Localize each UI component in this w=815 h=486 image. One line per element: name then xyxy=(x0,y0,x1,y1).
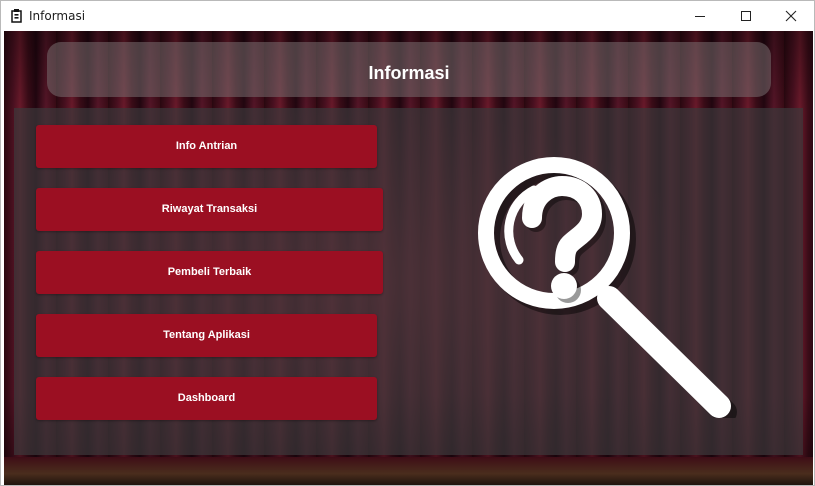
title-bar[interactable]: Informasi xyxy=(1,1,814,31)
curtain-background: Informasi Info Antrian Riwayat Transaksi… xyxy=(4,31,813,485)
riwayat-transaksi-button[interactable]: Riwayat Transaksi xyxy=(36,188,383,231)
dashboard-button[interactable]: Dashboard xyxy=(36,377,377,420)
minimize-icon xyxy=(695,16,705,17)
app-icon xyxy=(10,8,24,24)
stage-floor xyxy=(4,457,813,485)
close-button[interactable] xyxy=(768,1,814,31)
close-icon xyxy=(785,10,797,22)
window-title: Informasi xyxy=(29,9,86,23)
maximize-icon xyxy=(741,11,751,21)
pembeli-terbaik-button[interactable]: Pembeli Terbaik xyxy=(36,251,383,294)
magnifier-question-icon xyxy=(478,157,737,418)
info-antrian-button[interactable]: Info Antrian xyxy=(36,125,377,168)
header-panel: Informasi xyxy=(47,42,771,97)
main-panel: Info Antrian Riwayat Transaksi Pembeli T… xyxy=(14,108,803,455)
app-window: Informasi Informasi Info Antrian Riwayat… xyxy=(0,0,815,486)
page-title: Informasi xyxy=(368,63,450,83)
tentang-aplikasi-button[interactable]: Tentang Aplikasi xyxy=(36,314,377,357)
minimize-button[interactable] xyxy=(677,1,723,31)
maximize-button[interactable] xyxy=(723,1,769,31)
